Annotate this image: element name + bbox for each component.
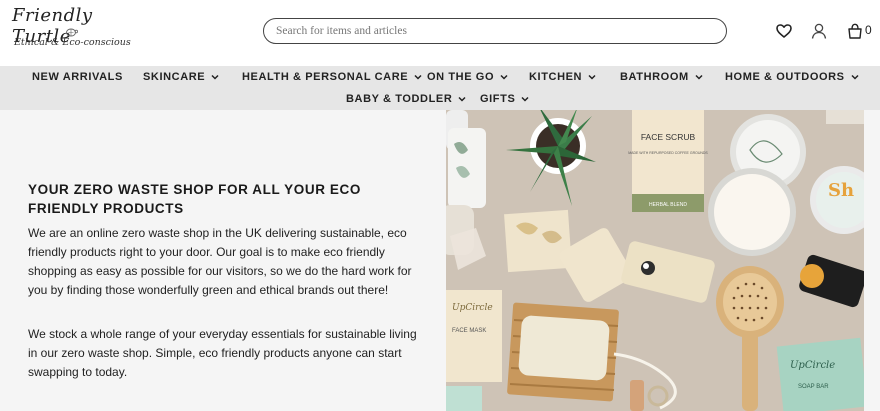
soap-bar-label: SOAP BAR <box>798 384 829 390</box>
nav-item-label: ON THE GO <box>427 71 495 83</box>
intro-paragraph: We are an online zero waste shop in the … <box>28 226 412 297</box>
site-logo[interactable]: Friendly Turtle Ethical & Eco-conscious <box>10 5 135 57</box>
nav-item-health-personal-care[interactable]: HEALTH & PERSONAL CARE <box>242 71 422 83</box>
chevron-down-icon <box>500 74 508 80</box>
soap-bar-box: UpCircle SOAP BAR <box>776 337 864 411</box>
cart-count: 0 <box>865 23 872 37</box>
upcircle-label-right: UpCircle <box>790 360 835 371</box>
chevron-down-icon <box>695 74 703 80</box>
nav-item-label: GIFTS <box>480 93 516 105</box>
user-icon[interactable] <box>810 22 828 40</box>
cart-icon[interactable] <box>846 22 864 40</box>
nav-item-new-arrivals[interactable]: NEW ARRIVALS <box>32 71 123 83</box>
chevron-down-icon <box>851 74 859 80</box>
nav-item-home-outdoors[interactable]: HOME & OUTDOORS <box>725 71 859 83</box>
nav-item-label: HEALTH & PERSONAL CARE <box>242 71 409 83</box>
search-input[interactable] <box>263 18 727 44</box>
nav-item-on-the-go[interactable]: ON THE GO <box>427 71 508 83</box>
nav-item-label: KITCHEN <box>529 71 583 83</box>
herbal-blend-label: HERBAL BLEND <box>649 202 687 208</box>
face-scrub-box: FACE SCRUB MADE WITH REPURPOSED COFFEE G… <box>628 110 708 212</box>
chevron-down-icon <box>414 74 422 80</box>
chevron-down-icon <box>458 96 466 102</box>
chevron-down-icon <box>588 74 596 80</box>
nav-item-bathroom[interactable]: BATHROOM <box>620 71 703 83</box>
nav-item-label: HOME & OUTDOORS <box>725 71 845 83</box>
site-header: Friendly Turtle Ethical & Eco-conscious … <box>0 0 880 66</box>
page-heading: YOUR ZERO WASTE SHOP FOR ALL YOUR ECO FR… <box>28 182 361 216</box>
razor <box>630 380 644 411</box>
nav-item-gifts[interactable]: GIFTS <box>480 93 529 105</box>
intro-section: YOUR ZERO WASTE SHOP FOR ALL YOUR ECO FR… <box>0 110 446 411</box>
upcircle-label-left: UpCircle <box>452 303 493 313</box>
nav-item-label: BABY & TODDLER <box>346 93 453 105</box>
nav-item-kitchen[interactable]: KITCHEN <box>529 71 596 83</box>
face-scrub-sublabel: MADE WITH REPURPOSED COFFEE GROUNDS <box>628 151 708 155</box>
main-navigation: NEW ARRIVALS SKINCARE HEALTH & PERSONAL … <box>0 66 880 110</box>
hero-product-photo: FACE SCRUB MADE WITH REPURPOSED COFFEE G… <box>446 110 864 411</box>
face-mask-box: UpCircle FACE MASK <box>446 290 502 382</box>
chevron-down-icon <box>211 74 219 80</box>
green-box <box>446 386 482 411</box>
nav-item-baby-toddler[interactable]: BABY & TODDLER <box>346 93 466 105</box>
face-scrub-label: FACE SCRUB <box>641 132 696 142</box>
nav-item-label: SKINCARE <box>143 71 206 83</box>
tin-brand-letters: Sh <box>828 180 854 201</box>
intro-paragraph-2: We stock a whole range of your everyday … <box>28 327 417 379</box>
logo-tagline: Ethical & Eco-conscious <box>14 37 131 48</box>
nav-item-skincare[interactable]: SKINCARE <box>143 71 219 83</box>
heart-icon[interactable] <box>775 22 793 40</box>
chevron-down-icon <box>521 96 529 102</box>
nav-item-label: NEW ARRIVALS <box>32 71 123 83</box>
shampoo-bar-box <box>504 209 572 273</box>
face-mask-label: FACE MASK <box>452 328 486 334</box>
page-margin <box>864 110 880 411</box>
nav-item-label: BATHROOM <box>620 71 689 83</box>
